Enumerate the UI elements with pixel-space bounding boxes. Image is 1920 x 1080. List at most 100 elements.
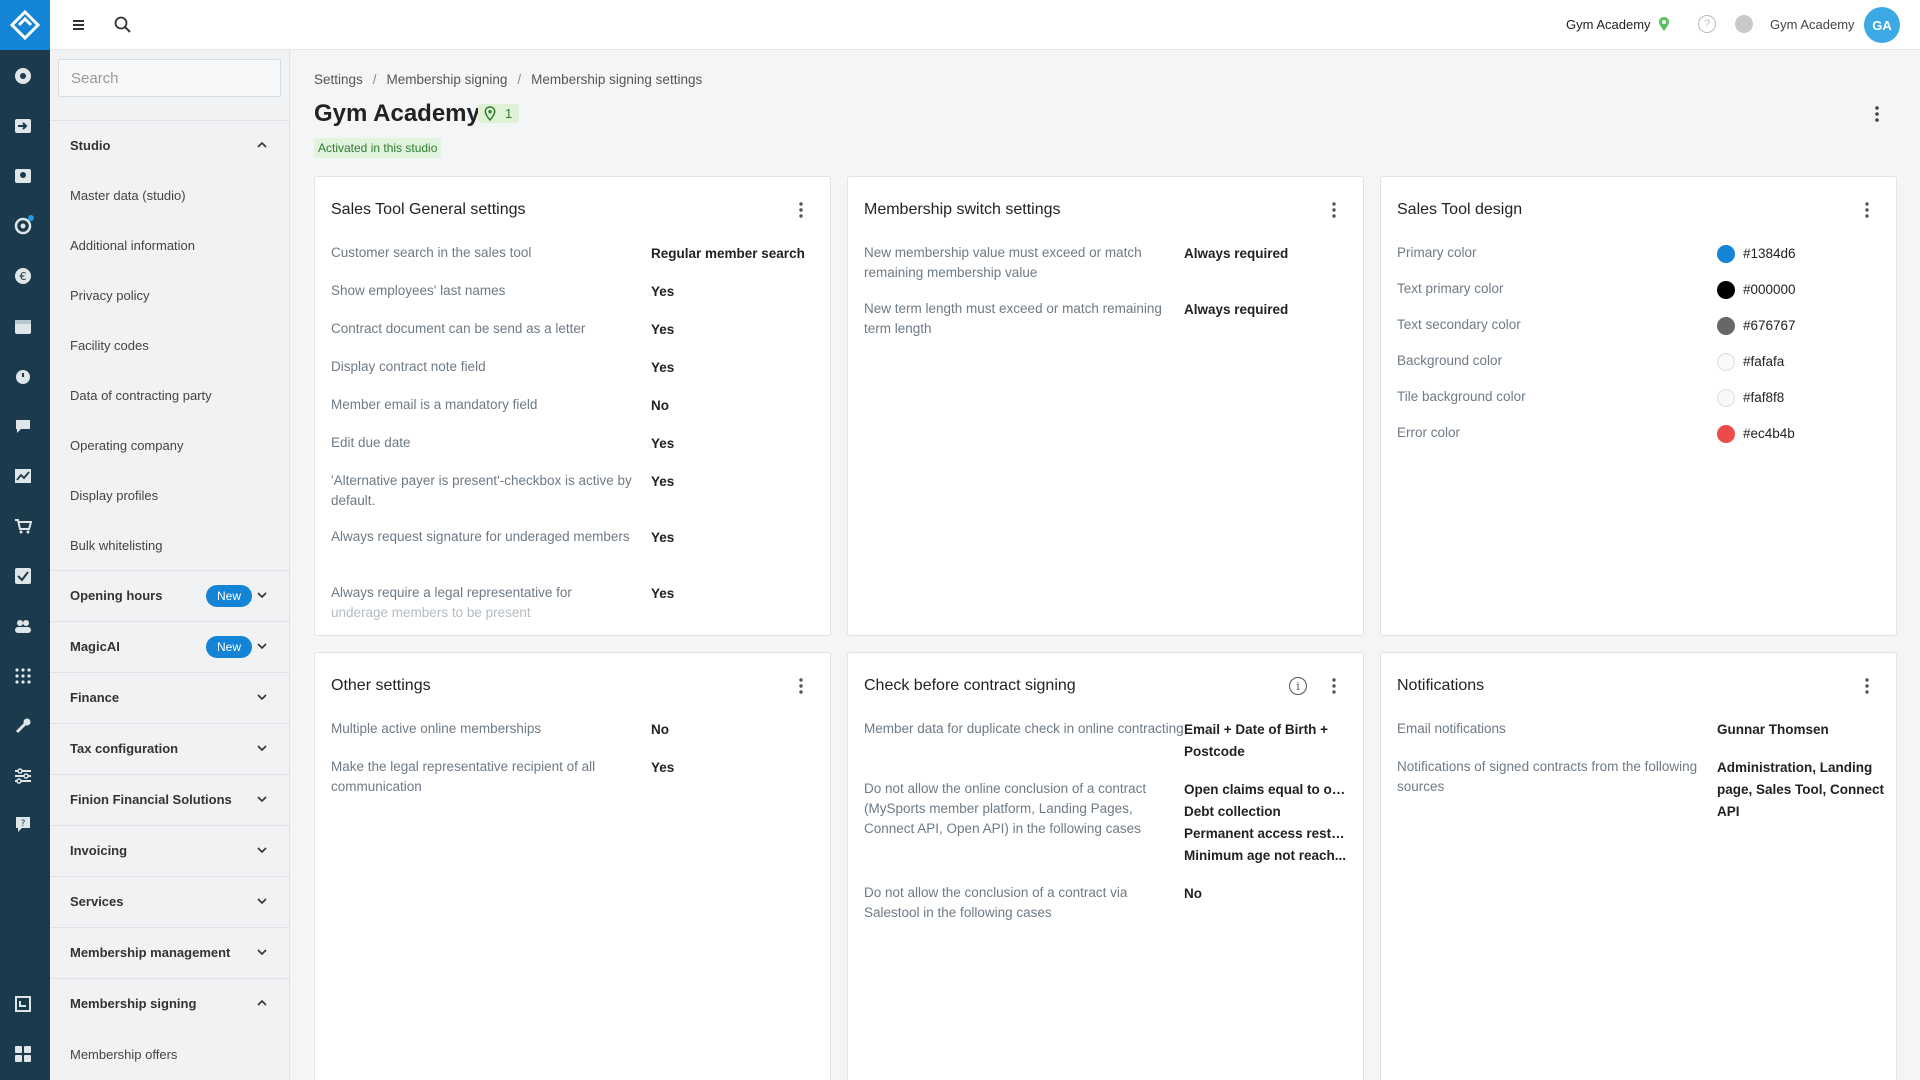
setting-value: Email + Date of Birth + Postcode	[1184, 719, 1349, 763]
more-options-icon[interactable]	[1331, 201, 1337, 222]
tools-icon[interactable]	[13, 716, 33, 736]
more-options-icon[interactable]	[798, 201, 804, 222]
sidebar-section-tax-configuration[interactable]: Tax configuration	[50, 723, 289, 773]
location-pin-icon	[484, 106, 496, 121]
setting-row: Make the legal representative recipient …	[331, 757, 674, 797]
sidebar-item-display-profiles[interactable]: Display profiles	[70, 488, 158, 503]
finance-icon[interactable]: €	[13, 266, 33, 286]
sidebar-item-operating-company[interactable]: Operating company	[70, 438, 183, 453]
new-badge: New	[205, 636, 252, 658]
avatar[interactable]: GA	[1864, 7, 1900, 43]
setting-label: Multiple active online memberships	[331, 721, 542, 736]
tasks-icon[interactable]	[13, 566, 33, 586]
setting-label: Always request signature for underaged m…	[331, 529, 630, 544]
timer-icon[interactable]	[13, 366, 33, 386]
location-count: 1	[505, 106, 513, 121]
sidebar-section-membership-signing[interactable]: Membership signing	[50, 978, 289, 1028]
check-in-icon[interactable]	[13, 116, 33, 136]
color-value: #ec4b4b	[1717, 423, 1795, 445]
dashboard-icon[interactable]	[13, 66, 33, 86]
color-value: #000000	[1717, 279, 1796, 301]
location-pin-icon	[1658, 16, 1670, 35]
sidebar-section-finance[interactable]: Finance	[50, 672, 289, 722]
sidebar-section-studio[interactable]: Studio	[50, 120, 289, 170]
devices-icon[interactable]	[13, 666, 33, 686]
studio-selector[interactable]: Gym Academy	[1566, 17, 1651, 32]
sidebar-section-label: Membership management	[70, 945, 231, 960]
color-swatch	[1717, 353, 1735, 372]
analytics-icon[interactable]	[13, 466, 33, 486]
card-title: Check before contract signing	[864, 677, 1076, 694]
sidebar-item-contracting-party[interactable]: Data of contracting party	[70, 388, 212, 403]
more-options-icon[interactable]	[1864, 201, 1870, 222]
sidebar-section-label: Invoicing	[70, 843, 128, 858]
sidebar-item-additional-information[interactable]: Additional information	[70, 238, 195, 253]
employees-icon[interactable]	[13, 616, 33, 636]
color-swatch	[1717, 389, 1735, 408]
chevron-down-icon	[257, 643, 267, 650]
app-logo[interactable]	[0, 0, 50, 50]
value-line: API	[1717, 804, 1740, 819]
setting-label: New term length must exceed or match rem…	[864, 301, 1162, 336]
help-icon[interactable]: ?	[1698, 15, 1716, 33]
sidebar-item-privacy-policy[interactable]: Privacy policy	[70, 288, 149, 303]
card-title: Sales Tool General settings	[331, 201, 526, 218]
more-options-icon[interactable]	[1331, 677, 1337, 698]
setting-row: Member email is a mandatory field No	[331, 395, 669, 417]
sidebar-item-master-data[interactable]: Master data (studio)	[70, 188, 186, 203]
more-options-icon[interactable]	[1874, 105, 1880, 126]
color-value: #676767	[1717, 315, 1796, 337]
card-title: Other settings	[331, 677, 431, 694]
sidebar-section-finion[interactable]: Finion Financial Solutions	[50, 774, 289, 824]
sidebar-item-bulk-whitelisting[interactable]: Bulk whitelisting	[70, 538, 163, 553]
setting-value: Yes	[651, 474, 675, 489]
search-icon[interactable]	[113, 15, 133, 35]
value-line: page, Sales Tool, Connect	[1717, 782, 1885, 797]
setting-row: Multiple active online memberships No	[331, 719, 669, 741]
more-options-icon[interactable]	[798, 677, 804, 698]
sidebar-section-services[interactable]: Services	[50, 876, 289, 926]
setting-label: Text primary color	[1397, 281, 1504, 296]
breadcrumb-separator: /	[517, 72, 522, 87]
color-hex: #ec4b4b	[1743, 426, 1795, 441]
calendar-icon[interactable]	[13, 316, 33, 336]
value-line: Debt collection	[1184, 804, 1281, 819]
sidebar-section-label: Finion Financial Solutions	[70, 792, 232, 807]
setting-label: Always require a legal representative fo…	[331, 583, 651, 623]
apps-icon[interactable]	[13, 1044, 33, 1064]
settings-sliders-icon[interactable]	[13, 766, 33, 786]
breadcrumb-settings[interactable]: Settings	[314, 72, 363, 87]
sidebar-section-opening-hours[interactable]: Opening hours New	[50, 570, 289, 620]
more-options-icon[interactable]	[1864, 677, 1870, 698]
sidebar-section-invoicing[interactable]: Invoicing	[50, 825, 289, 875]
setting-value: Open claims equal to or ... Debt collecti…	[1184, 779, 1349, 867]
store-icon[interactable]	[13, 994, 33, 1014]
shop-icon[interactable]	[13, 516, 33, 536]
sidebar-section-label: Opening hours	[70, 588, 163, 603]
sidebar-search-input[interactable]: Search	[58, 59, 281, 97]
download-icon[interactable]	[1735, 15, 1753, 33]
sidebar-section-membership-management[interactable]: Membership management	[50, 927, 289, 977]
sidebar-section-label: Tax configuration	[70, 741, 179, 756]
menu-icon[interactable]	[69, 15, 89, 35]
chevron-down-icon	[257, 745, 267, 752]
members-icon[interactable]	[13, 166, 33, 186]
setting-value: No	[651, 722, 669, 737]
value-line: Email + Date of Birth +	[1184, 722, 1329, 737]
support-icon[interactable]: ?	[13, 814, 33, 834]
chat-icon[interactable]	[13, 416, 33, 436]
setting-label: Notifications of signed contracts from t…	[1397, 759, 1698, 794]
setting-row: Text secondary color #676767	[1397, 315, 1796, 337]
setting-label: Make the legal representative recipient …	[331, 759, 596, 794]
breadcrumb-membership-signing[interactable]: Membership signing	[387, 72, 508, 87]
info-icon[interactable]: i	[1289, 677, 1307, 695]
svg-text:?: ?	[21, 819, 26, 829]
user-name[interactable]: Gym Academy	[1770, 17, 1855, 32]
notification-dot	[28, 215, 34, 221]
location-count-badge[interactable]: 1	[478, 104, 520, 123]
sidebar-item-membership-offers[interactable]: Membership offers	[70, 1047, 177, 1062]
sidebar-section-magicai[interactable]: MagicAI New	[50, 621, 289, 671]
chevron-up-icon	[257, 999, 267, 1006]
chevron-down-icon	[257, 847, 267, 854]
sidebar-item-facility-codes[interactable]: Facility codes	[70, 338, 149, 353]
